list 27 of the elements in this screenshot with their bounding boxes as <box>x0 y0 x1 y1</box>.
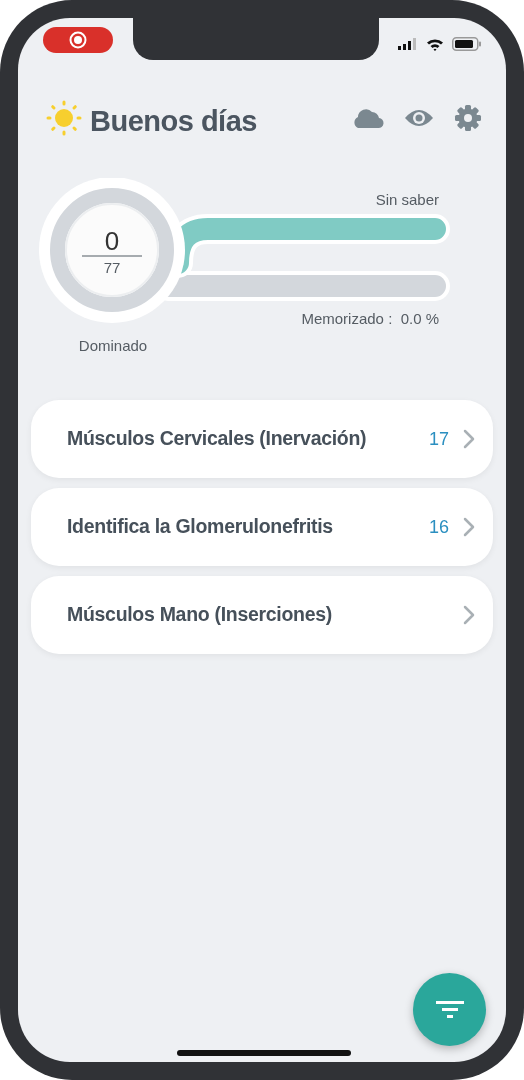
sun-icon <box>46 100 82 136</box>
mastered-count: 0 <box>104 226 120 256</box>
filter-icon <box>435 1001 464 1018</box>
filter-button[interactable] <box>413 973 486 1046</box>
card-count: 17 <box>428 427 449 451</box>
memorizado-label: Memorizado : 0.0 % <box>301 310 439 327</box>
deck-item[interactable]: Músculos Mano (Inserciones) <box>31 576 493 654</box>
chevron-icon <box>463 517 475 537</box>
deck-item[interactable]: Identifica la Glomerulonefritis 16 <box>31 488 493 566</box>
deck-title: Identifica la Glomerulonefritis <box>67 514 334 540</box>
chevron-icon <box>463 605 475 625</box>
deck-title: Músculos Mano (Inserciones) <box>67 602 333 628</box>
fraction-line <box>81 255 143 257</box>
total-count: 77 <box>103 259 121 276</box>
cloud-icon[interactable] <box>352 107 384 129</box>
deck-item[interactable]: Músculos Cervicales (Inervación) 17 <box>31 400 493 478</box>
signal-icon <box>398 38 418 50</box>
wifi-icon <box>426 37 444 51</box>
dominado-label: Dominado <box>78 337 148 354</box>
deck-title: Músculos Cervicales (Inervación) <box>67 426 368 452</box>
card-count: 16 <box>428 515 449 539</box>
chevron-icon <box>463 429 475 449</box>
greeting-title: Buenos días <box>90 104 257 139</box>
recording-indicator <box>43 27 113 53</box>
sin-saber-label: Sin saber <box>375 191 439 208</box>
eye-icon[interactable] <box>404 108 434 128</box>
battery-icon <box>452 37 482 51</box>
